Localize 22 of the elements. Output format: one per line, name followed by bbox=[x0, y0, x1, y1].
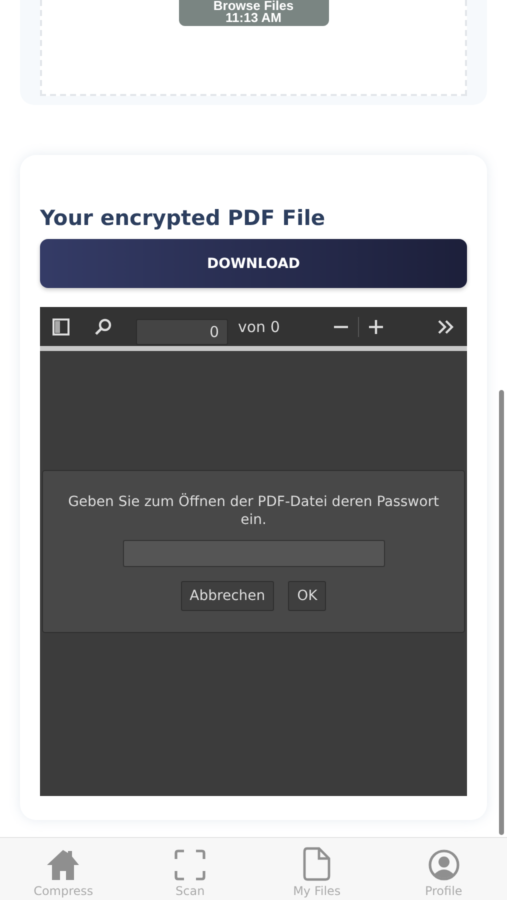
password-field[interactable] bbox=[122, 540, 384, 567]
ok-button[interactable]: OK bbox=[288, 581, 326, 611]
page-number-field[interactable]: 0 bbox=[136, 319, 228, 345]
page-count-label: von 0 bbox=[238, 318, 280, 336]
search-icon[interactable] bbox=[94, 318, 112, 336]
tab-item[interactable]: Profile bbox=[380, 838, 507, 900]
double-chevron-icon[interactable] bbox=[437, 320, 455, 334]
file-icon bbox=[302, 847, 331, 881]
home-icon bbox=[46, 849, 80, 881]
browse-files-button[interactable]: Browse Files 11:13 AM bbox=[178, 0, 328, 26]
cancel-button[interactable]: Abbrechen bbox=[180, 581, 274, 611]
zoom-in-icon[interactable] bbox=[368, 320, 383, 334]
time-label: 11:13 AM bbox=[226, 12, 282, 24]
sidebar-toggle-icon[interactable] bbox=[52, 318, 70, 336]
tab-item[interactable]: Scan bbox=[126, 838, 254, 900]
section-title: Your encrypted PDF File bbox=[40, 205, 326, 231]
download-button[interactable]: DOWNLOAD bbox=[40, 239, 467, 288]
tab-item[interactable]: My Files bbox=[254, 838, 380, 900]
tab-item[interactable]: Compress bbox=[0, 838, 127, 900]
scan-icon bbox=[174, 849, 206, 881]
password-prompt: Geben Sie zum Öffnen der PDF-Datei deren Passwort ein. bbox=[67, 493, 440, 529]
profile-icon bbox=[428, 849, 460, 881]
